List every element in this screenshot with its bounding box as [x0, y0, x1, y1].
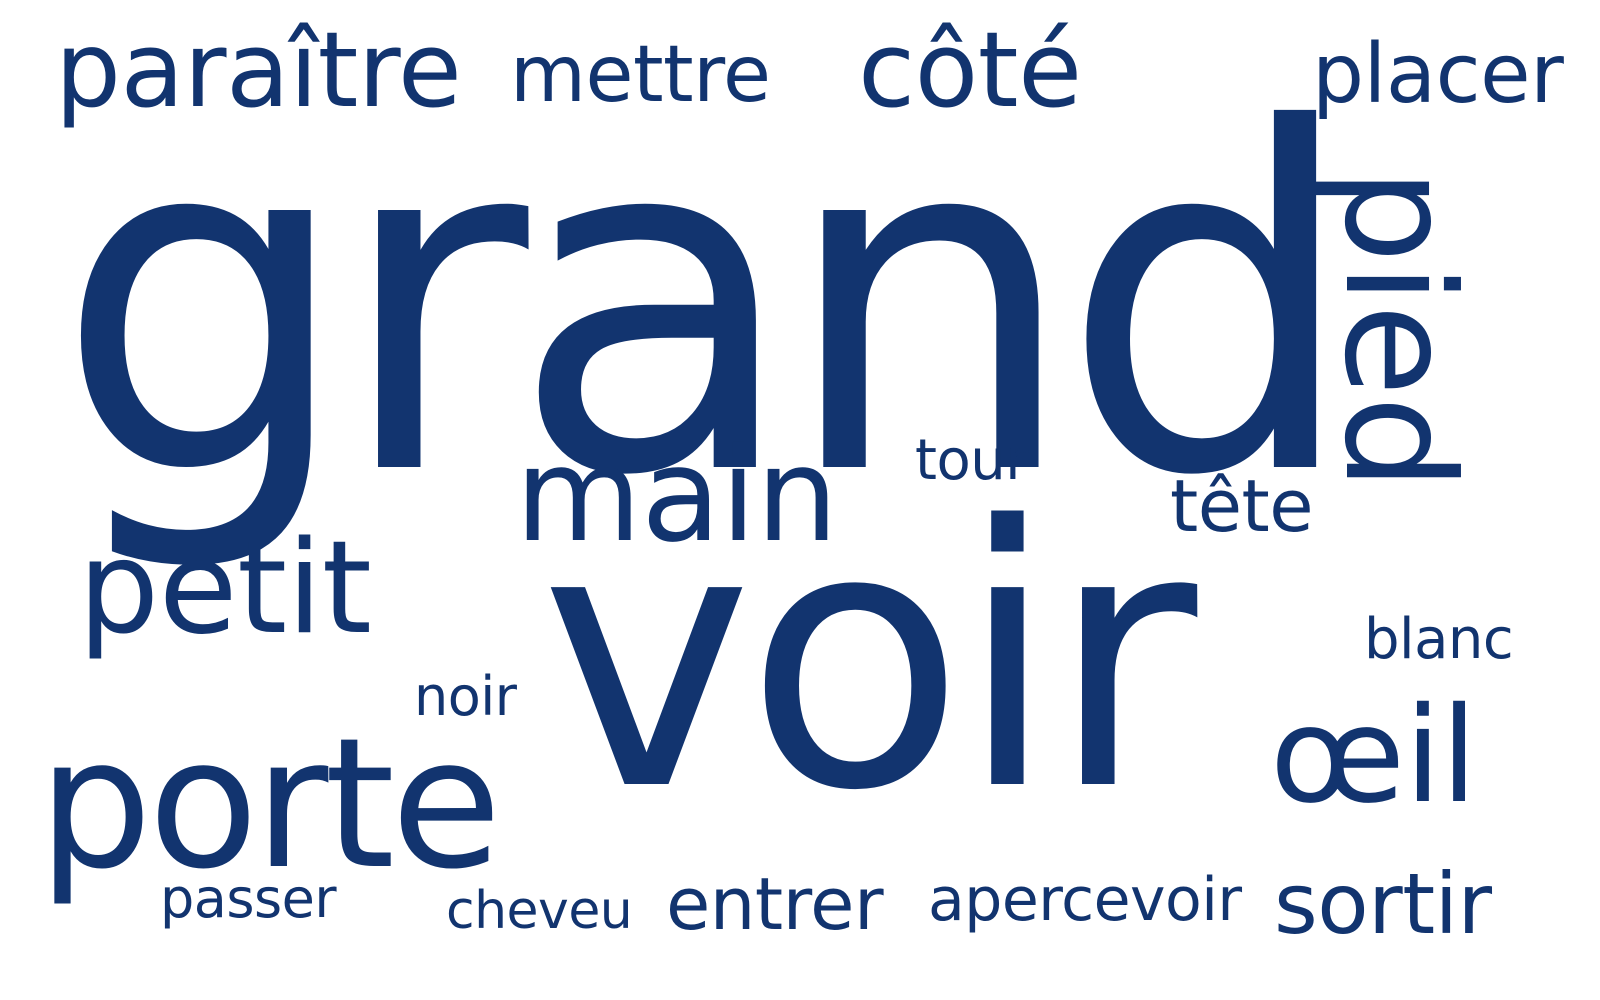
word-oeil: œil — [1270, 679, 1477, 833]
word-blanc: blanc — [1364, 607, 1514, 672]
word-voir: voir — [540, 450, 1197, 869]
word-entrer: entrer — [666, 862, 884, 946]
word-apercevoir: apercevoir — [928, 865, 1242, 935]
word-cloud: paraître mettre côté placer grand pied m… — [0, 0, 1600, 1000]
word-cheveu: cheveu — [446, 881, 633, 941]
word-petit: petit — [78, 514, 372, 663]
word-tete: tête — [1170, 464, 1314, 548]
word-placer: placer — [1312, 27, 1564, 122]
word-passer: passer — [160, 867, 337, 930]
word-sortir: sortir — [1274, 855, 1492, 953]
word-pied: pied — [1311, 168, 1485, 491]
